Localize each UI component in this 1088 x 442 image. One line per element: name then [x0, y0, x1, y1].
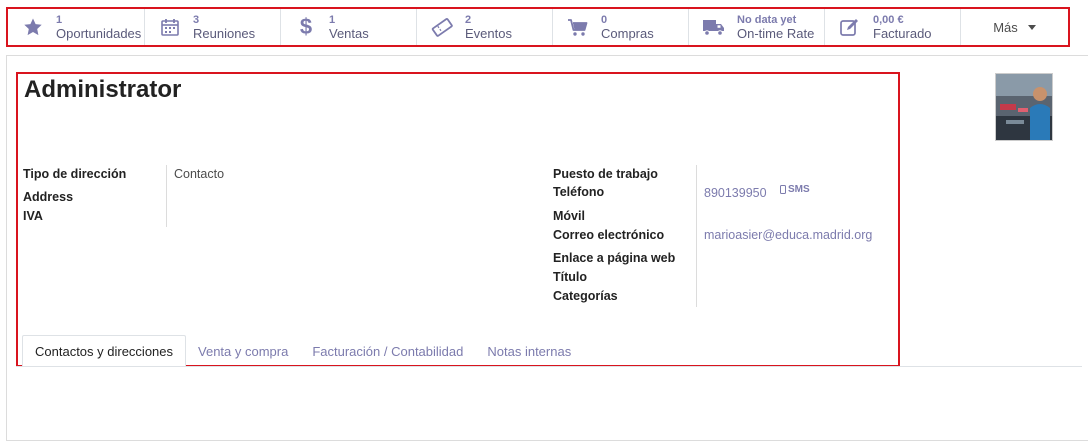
mobile-label: Móvil [553, 209, 585, 223]
edit-icon [837, 16, 863, 38]
on-time-rate-label: On-time Rate [737, 26, 815, 41]
caret-down-icon [1027, 24, 1036, 30]
phone-label: Teléfono [553, 185, 605, 199]
meetings-button[interactable]: 3 Reuniones [145, 9, 281, 45]
purchases-count: 0 [601, 14, 608, 26]
address-label: Address [23, 190, 74, 204]
opportunities-label: Oportunidades [56, 26, 142, 41]
events-count: 2 [465, 14, 472, 26]
email-value[interactable]: marioasier@educa.madrid.org [704, 228, 872, 242]
sales-button[interactable]: $ 1 Ventas [281, 9, 417, 45]
opportunities-count: 1 [56, 14, 63, 26]
events-button[interactable]: 2 Eventos [417, 9, 553, 45]
job-position-label: Puesto de trabajo [553, 167, 658, 181]
address-type-value[interactable]: Contacto [174, 167, 224, 181]
opportunities-button[interactable]: 1 Oportunidades [8, 9, 145, 45]
tab-contacts-addresses[interactable]: Contactos y direcciones [22, 335, 187, 367]
sms-button[interactable]: SMS [780, 184, 810, 195]
more-label: Más [993, 19, 1018, 35]
contact-name[interactable]: Administrator [24, 76, 181, 104]
email-label: Correo electrónico [553, 228, 665, 242]
purchases-label: Compras [601, 26, 654, 41]
more-dropdown-button[interactable]: Más [961, 9, 1068, 45]
address-type-label: Tipo de dirección [23, 167, 127, 181]
sales-count: 1 [329, 14, 336, 26]
meetings-count: 3 [193, 14, 200, 26]
star-icon [20, 16, 46, 38]
tabs-divider [16, 366, 1082, 367]
right-divider [696, 165, 697, 307]
sms-label: SMS [788, 184, 810, 195]
tab-invoicing[interactable]: Facturación / Contabilidad [300, 335, 475, 367]
website-label: Enlace a página web [553, 251, 676, 265]
contact-form-area: Administrator Tipo de dirección Contacto… [16, 72, 900, 367]
left-divider [166, 165, 167, 227]
invoiced-amount: 0,00 € [873, 14, 904, 26]
purchases-button[interactable]: 0 Compras [553, 9, 689, 45]
contact-avatar[interactable] [995, 73, 1053, 141]
notebook-tabs: Contactos y direcciones Venta y compra F… [22, 335, 583, 367]
cart-icon [565, 16, 591, 38]
tab-internal-notes[interactable]: Notas internas [475, 335, 583, 367]
sales-label: Ventas [329, 26, 369, 41]
calendar-icon [157, 16, 183, 38]
meetings-label: Reuniones [193, 26, 256, 41]
truck-icon [701, 16, 727, 38]
ticket-icon [429, 16, 455, 38]
invoiced-button[interactable]: 0,00 € Facturado [825, 9, 961, 45]
phone-value[interactable]: 890139950 [704, 186, 767, 200]
categories-label: Categorías [553, 289, 618, 303]
title-label: Título [553, 270, 588, 284]
events-label: Eventos [465, 26, 512, 41]
smart-button-bar: 1 Oportunidades 3 Reuniones $ 1 Ventas 2 Eve… [6, 7, 1070, 47]
on-time-rate-value: No data yet [737, 14, 797, 26]
tab-sales-purchase[interactable]: Venta y compra [186, 335, 300, 367]
vat-label: IVA [23, 209, 43, 223]
dollar-icon: $ [299, 14, 313, 39]
mobile-icon [780, 185, 786, 194]
invoiced-label: Facturado [873, 26, 932, 41]
on-time-rate-button[interactable]: No data yet On-time Rate [689, 9, 825, 45]
